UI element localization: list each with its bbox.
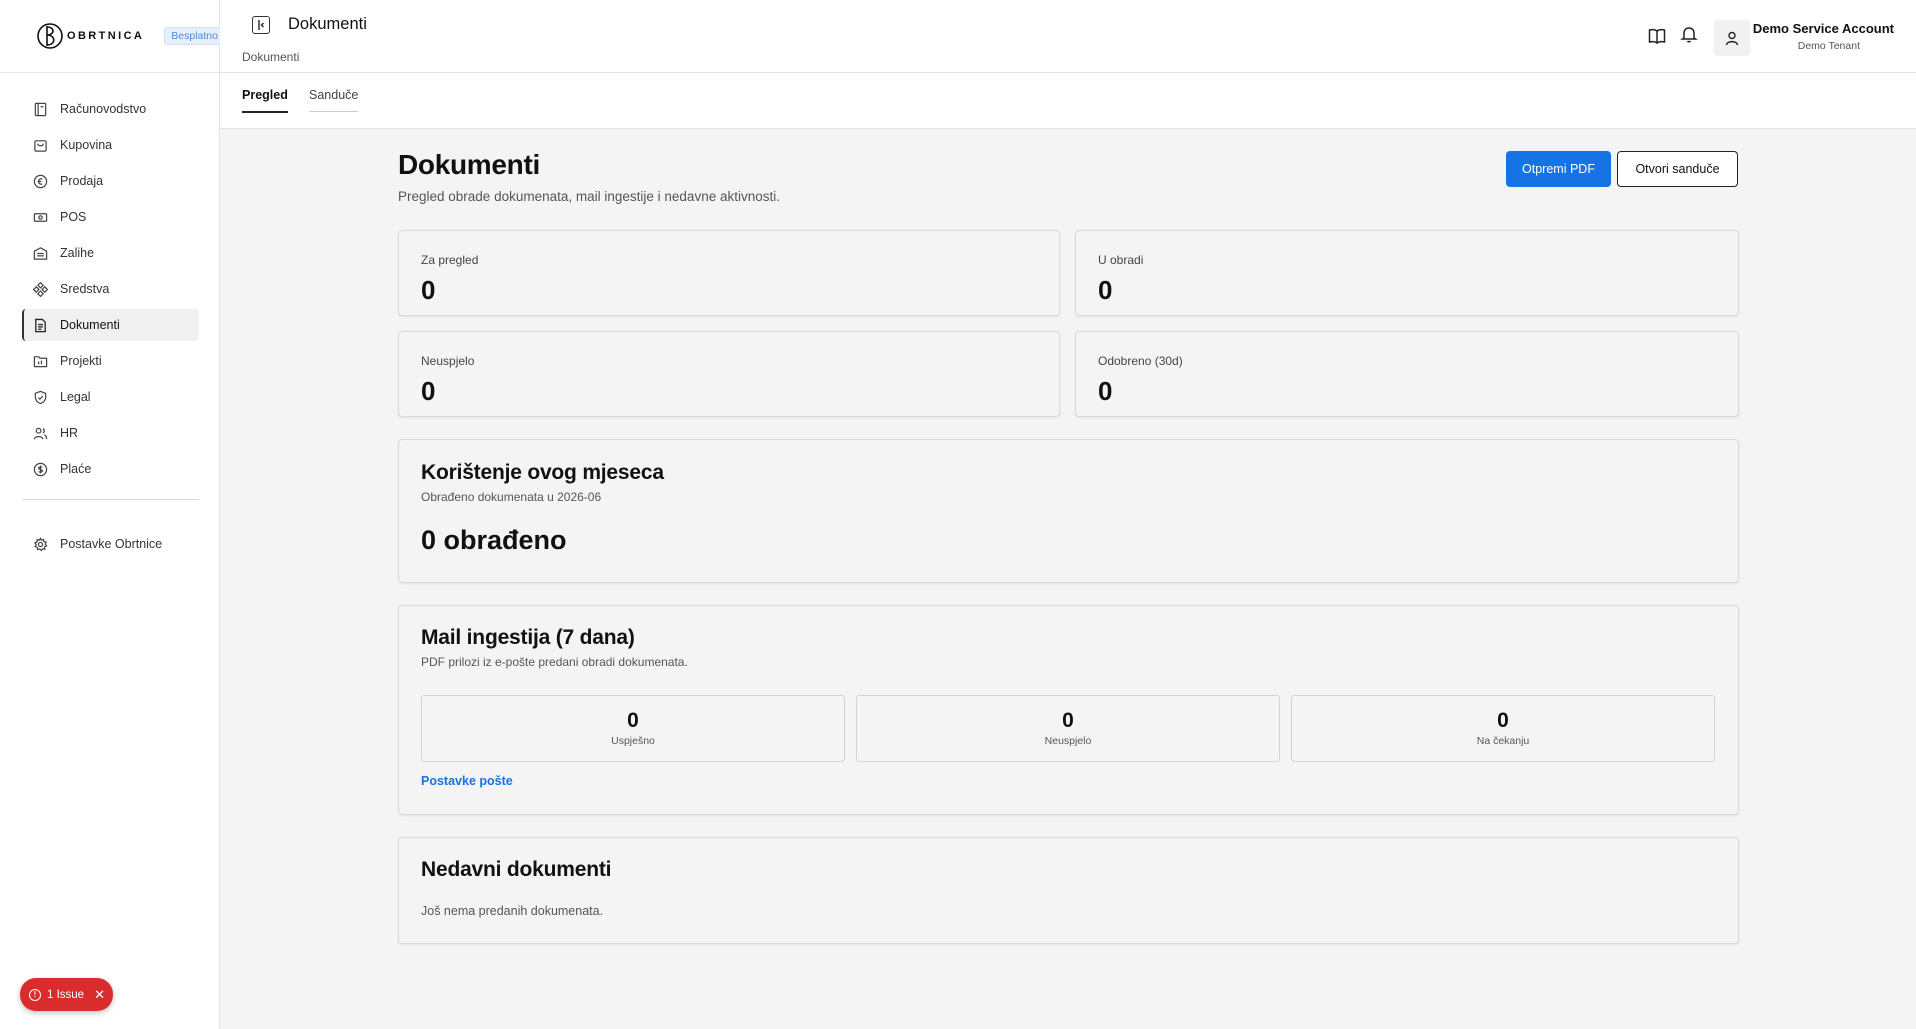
sidebar-item-dokumenti[interactable]: Dokumenti <box>22 309 199 341</box>
page-title: Dokumenti <box>398 149 540 180</box>
gear-icon <box>32 536 48 552</box>
mail-ingestion-card: Mail ingestija (7 dana) PDF prilozi iz e… <box>398 605 1739 815</box>
sidebar-item-hr[interactable]: HR <box>22 417 199 449</box>
sidebar-item-label: Legal <box>60 390 91 404</box>
page-subtitle: Pregled obrade dokumenata, mail ingestij… <box>398 189 780 204</box>
shield-check-icon <box>32 389 48 405</box>
sidebar-item-label: Prodaja <box>60 174 104 188</box>
tab-sanduce[interactable]: Sandučе <box>309 88 359 112</box>
sidebar-item-legal[interactable]: Legal <box>22 381 199 413</box>
stat-label: U obradi <box>1098 253 1144 267</box>
stat-value: 0 <box>1098 376 1113 406</box>
tab-pregled[interactable]: Pregled <box>242 88 288 113</box>
sidebar-toggle-icon[interactable] <box>252 16 270 34</box>
upload-pdf-button[interactable]: Otpremi PDF <box>1506 151 1611 187</box>
cash-register-icon <box>32 209 48 225</box>
mail-stat-label: Neuspjelo <box>1044 735 1092 747</box>
issue-label: 1 Issue <box>47 988 85 1001</box>
sidebar-item-label: Dokumenti <box>60 318 120 332</box>
stat-card-processing: U obradi 0 <box>1075 230 1739 316</box>
mail-stat-value: 0 <box>627 709 639 732</box>
sidebar-item-label: HR <box>60 426 79 440</box>
issue-badge[interactable]: ! 1 Issue ✕ <box>20 978 113 1011</box>
brand-name: OBRTNICA <box>67 30 145 42</box>
user-icon <box>1725 31 1739 46</box>
stat-value: 0 <box>421 376 436 406</box>
recent-title: Nedavni dokumenti <box>421 858 612 881</box>
shopping-bag-icon <box>32 137 48 153</box>
sidebar-item-label: POS <box>60 210 87 224</box>
mail-settings-link[interactable]: Postavke pošte <box>421 774 513 788</box>
warehouse-icon <box>32 245 48 261</box>
mail-stat-success: 0 Uspješno <box>421 695 845 762</box>
book-icon[interactable] <box>1648 27 1666 45</box>
sidebar-item-label: Postavke Obrtnice <box>60 537 163 551</box>
stat-value: 0 <box>421 275 436 305</box>
stat-card-review: Za pregled 0 <box>398 230 1060 316</box>
sidebar-item-prodaja[interactable]: Prodaja <box>22 165 199 197</box>
plan-badge: Besplatno <box>164 27 225 45</box>
stat-label: Za pregled <box>421 253 479 267</box>
mail-stat-label: Uspješno <box>611 735 655 747</box>
mail-stat-value: 0 <box>1497 709 1509 732</box>
document-icon <box>32 317 48 333</box>
users-icon <box>32 425 48 441</box>
sidebar-item-pos[interactable]: POS <box>22 201 199 233</box>
open-inbox-button[interactable]: Otvori sanduče <box>1617 151 1738 187</box>
sidebar-item-projekti[interactable]: Projekti <box>22 345 199 377</box>
tab-bar: Pregled Sandučе <box>220 73 1916 129</box>
mail-stat-failed: 0 Neuspjelo <box>856 695 1280 762</box>
brand-row: OBRTNICA Besplatno <box>0 0 225 73</box>
coin-icon <box>32 173 48 189</box>
brand-logo-icon[interactable] <box>36 22 64 50</box>
sidebar-item-kupovina[interactable]: Kupovina <box>22 129 199 161</box>
bell-icon[interactable] <box>1680 25 1698 43</box>
ledger-icon <box>32 101 48 117</box>
sidebar-item-zalihe[interactable]: Zalihe <box>22 237 199 269</box>
top-header: Dokumenti Dokumenti Demo Service Account… <box>220 0 1916 73</box>
user-name[interactable]: Demo Service Account <box>1753 21 1894 36</box>
header-title: Dokumenti <box>288 15 367 33</box>
stat-card-failed: Neuspjelo 0 <box>398 331 1060 417</box>
usage-title: Korištenje ovog mjeseca <box>421 461 664 484</box>
mail-stat-value: 0 <box>1062 709 1074 732</box>
recent-documents-card: Nedavni dokumenti Još nema predanih doku… <box>398 837 1739 944</box>
stat-label: Odobreno (30d) <box>1098 354 1183 368</box>
sidebar-item-label: Računovodstvo <box>60 102 147 116</box>
usage-subtitle: Obrađeno dokumenata u 2026-06 <box>421 490 602 504</box>
sidebar-item-label: Projekti <box>60 354 102 368</box>
sidebar-item-label: Plaće <box>60 462 92 476</box>
mail-stat-pending: 0 Na čekanju <box>1291 695 1715 762</box>
mail-title: Mail ingestija (7 dana) <box>421 626 635 649</box>
sidebar-item-label: Kupovina <box>60 138 113 152</box>
dollar-circle-icon <box>32 461 48 477</box>
stat-value: 0 <box>1098 275 1113 305</box>
avatar[interactable] <box>1714 20 1750 56</box>
stat-label: Neuspjelo <box>421 354 475 368</box>
sidebar-item-label: Zalihe <box>60 246 95 260</box>
sidebar-item-racunovodstvo[interactable]: Računovodstvo <box>22 93 199 125</box>
sidebar-item-sredstva[interactable]: Sredstva <box>22 273 199 305</box>
sidebar: OBRTNICA Besplatno Računovodstvo Kupovin… <box>0 0 225 1029</box>
sidebar-divider <box>22 499 199 500</box>
sidebar-item-settings[interactable]: Postavke Obrtnice <box>22 528 199 560</box>
mail-stat-label: Na čekanju <box>1476 735 1530 747</box>
usage-metric: 0 obrađeno <box>421 525 567 555</box>
assets-icon <box>32 281 48 297</box>
sidebar-item-label: Sredstva <box>60 282 110 296</box>
close-icon[interactable]: ✕ <box>94 987 105 1003</box>
usage-card: Korištenje ovog mjeseca Obrađeno dokumen… <box>398 439 1739 583</box>
mail-subtitle: PDF prilozi iz e-pošte predani obradi do… <box>421 655 688 669</box>
sidebar-nav: Računovodstvo Kupovina Prodaja POS Zalih… <box>0 73 219 560</box>
breadcrumb[interactable]: Dokumenti <box>242 50 299 64</box>
sidebar-item-place[interactable]: Plaće <box>22 453 199 485</box>
tenant-name: Demo Tenant <box>1797 40 1860 52</box>
folder-chart-icon <box>32 353 48 369</box>
recent-empty-text: Još nema predanih dokumenata. <box>421 904 604 918</box>
stat-card-approved: Odobreno (30d) 0 <box>1075 331 1739 417</box>
alert-circle-icon: ! <box>29 988 41 1001</box>
